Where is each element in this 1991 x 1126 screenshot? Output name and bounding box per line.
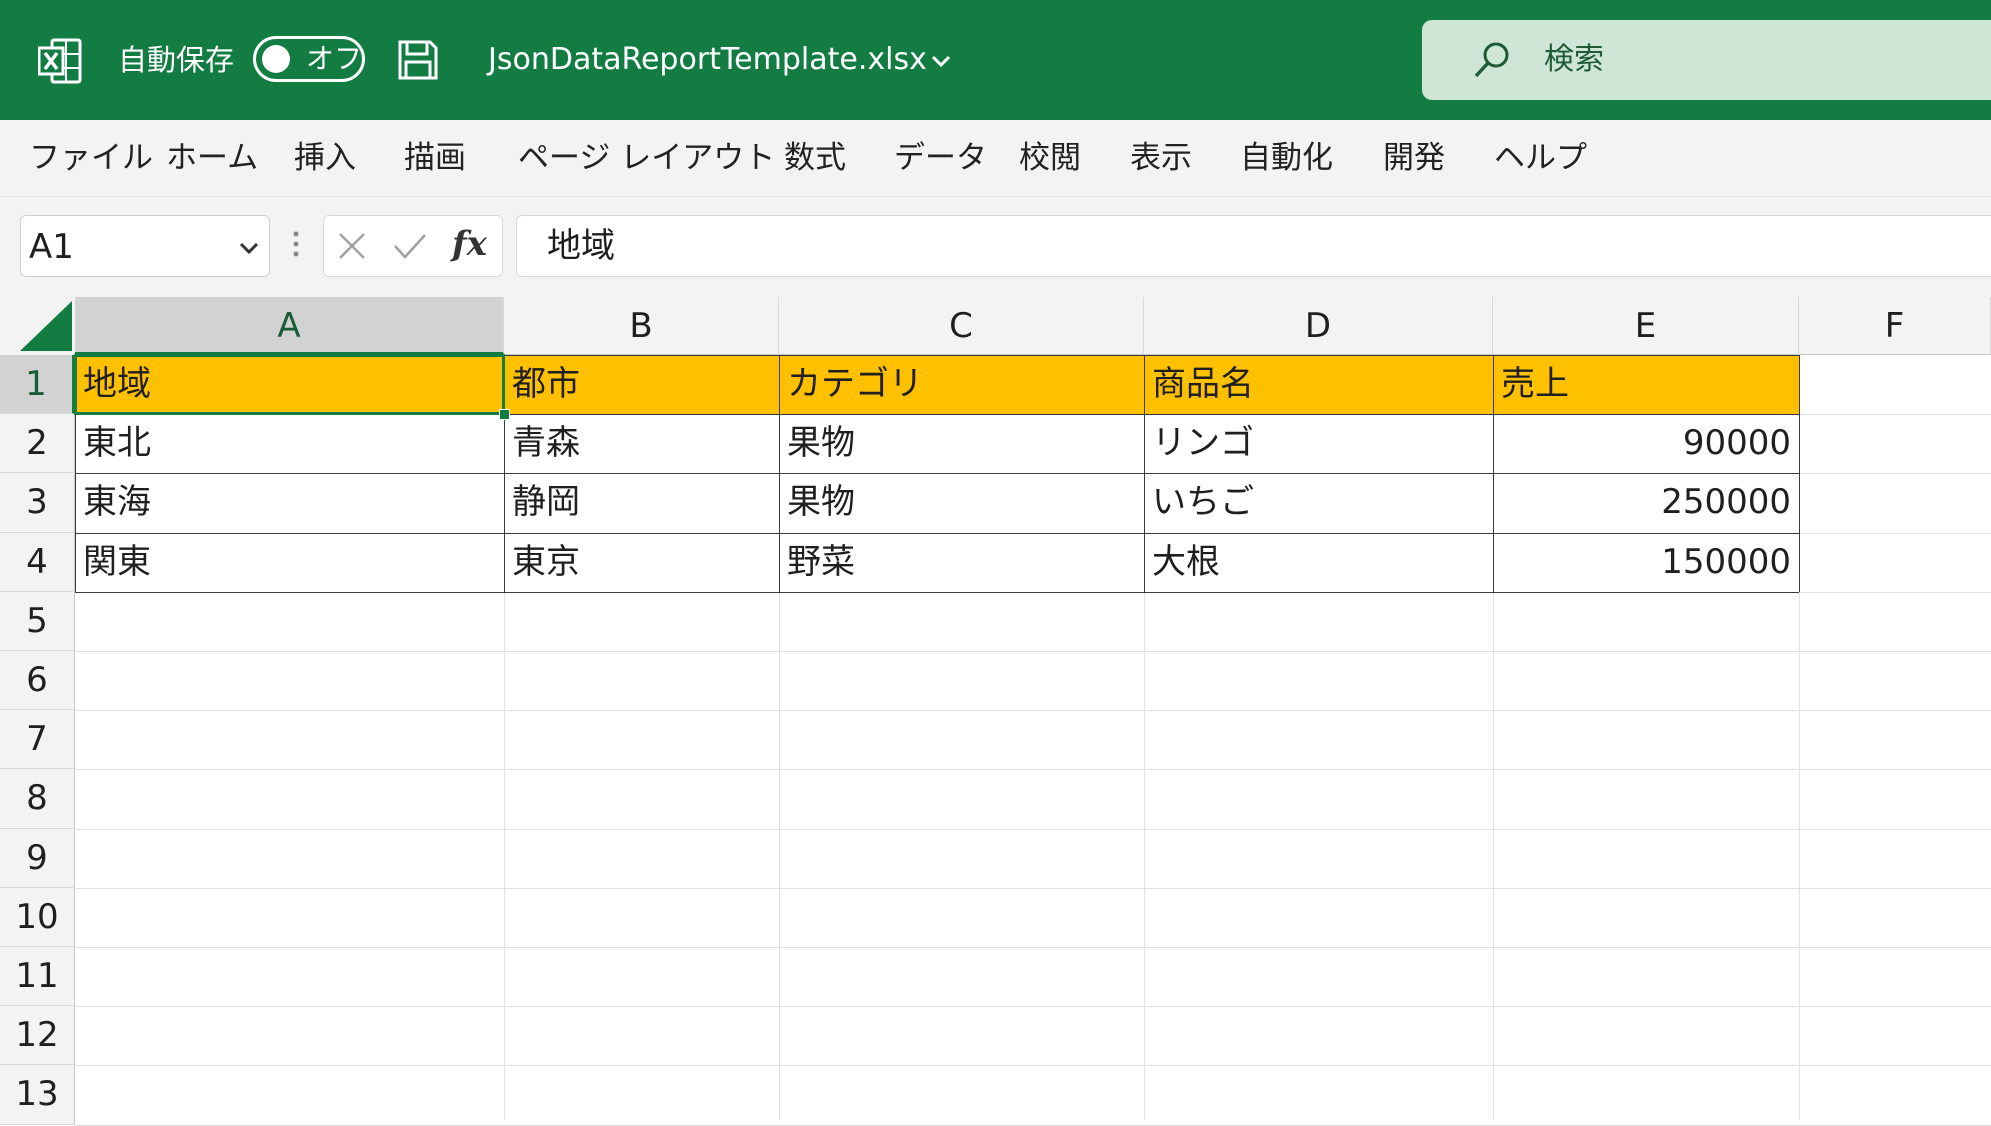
select-all-icon [20,301,72,351]
cell-e1[interactable]: 売上 [1493,355,1799,415]
file-name[interactable]: JsonDataReportTemplate.xlsx [488,40,927,80]
table-border [1799,355,1800,592]
cell-d4[interactable]: 大根 [1144,533,1493,592]
cell-d2[interactable]: リンゴ [1144,414,1493,473]
excel-icon[interactable] [38,38,82,84]
search-icon [1474,42,1509,78]
autosave-state: オフ [306,42,363,75]
column-header-d[interactable]: D [1144,297,1493,355]
gridline [75,947,1991,948]
name-box-value: A1 [29,227,74,267]
gridline [75,1124,1991,1126]
formula-bar: A1 fx 地域 [0,197,1991,297]
column-header-a[interactable]: A [75,297,504,355]
menu-draw[interactable]: 描画 [404,138,466,178]
active-cell-outline [74,354,505,416]
gridline [75,828,1991,830]
select-all-corner[interactable] [0,297,75,355]
save-icon[interactable] [396,38,440,82]
row-header-12[interactable]: 12 [0,1006,75,1066]
formula-input[interactable]: 地域 [516,215,1991,277]
cell-b3[interactable]: 静岡 [504,473,779,532]
cell-e2[interactable]: 90000 [1493,414,1799,473]
column-header-b[interactable]: B [504,297,779,355]
row-header-13[interactable]: 13 [0,1065,75,1125]
column-header-f[interactable]: F [1799,297,1991,355]
column-header-c[interactable]: C [779,297,1144,355]
check-icon[interactable] [392,230,428,262]
menu-file[interactable]: ファイル [29,138,153,178]
menu-page-layout[interactable]: ページ レイアウト [518,138,775,178]
menu-review[interactable]: 校閲 [1019,138,1081,178]
row-header-4[interactable]: 4 [0,532,75,592]
cancel-icon[interactable] [336,230,368,262]
name-box[interactable]: A1 [20,215,270,277]
cell-c1[interactable]: カテゴリ [779,355,1144,415]
menu-developer[interactable]: 開発 [1383,138,1445,178]
cell-a2[interactable]: 東北 [75,414,504,473]
cell-c4[interactable]: 野菜 [779,533,1144,592]
formula-buttons: fx [323,215,503,277]
row-header-5[interactable]: 5 [0,591,75,651]
insert-function-icon[interactable]: fx [452,222,487,266]
search-box[interactable]: 検索 [1422,20,1991,100]
row-header-11[interactable]: 11 [0,947,75,1007]
cell-c3[interactable]: 果物 [779,473,1144,532]
row-header-9[interactable]: 9 [0,828,75,888]
row-header-1[interactable]: 1 [0,355,75,415]
search-placeholder: 検索 [1544,42,1604,77]
more-options-icon[interactable] [292,229,300,259]
gridline [75,651,1991,652]
menu-data[interactable]: データ [894,138,987,178]
menu-home[interactable]: ホーム [166,138,258,178]
gridline [75,1065,1991,1067]
menu-help[interactable]: ヘルプ [1494,138,1587,178]
chevron-down-icon[interactable] [930,50,952,72]
menu-formulas[interactable]: 数式 [784,138,846,178]
gridline [75,710,1991,712]
gridline [75,769,1991,771]
cell-d1[interactable]: 商品名 [1144,355,1493,415]
menu-view[interactable]: 表示 [1130,138,1192,178]
gridline [75,1006,1991,1008]
cell-d3[interactable]: いちご [1144,473,1493,532]
row-header-10[interactable]: 10 [0,887,75,947]
column-header-e[interactable]: E [1493,297,1799,355]
table-border [75,591,1799,593]
spreadsheet-grid: A B C D E F 1 2 3 4 5 6 7 8 9 10 11 12 13 地域 都市 カテゴリ 商品名 売上 東北 青森… [0,297,1991,1126]
cell-a4[interactable]: 関東 [75,533,504,592]
row-header-8[interactable]: 8 [0,769,75,829]
ribbon-menu: ファイル ホーム 挿入 描画 ページ レイアウト 数式 データ 校閲 表示 自動… [0,120,1991,197]
gridline [75,887,1991,889]
cell-e3[interactable]: 250000 [1493,473,1799,532]
chevron-down-icon[interactable] [239,238,259,258]
menu-insert[interactable]: 挿入 [294,138,356,178]
cell-b2[interactable]: 青森 [504,414,779,473]
row-header-3[interactable]: 3 [0,473,75,533]
cell-b1[interactable]: 都市 [504,355,779,415]
cell-a3[interactable]: 東海 [75,473,504,532]
formula-value: 地域 [547,226,615,266]
fill-handle[interactable] [499,409,510,421]
table-border [75,473,1799,475]
row-header-2[interactable]: 2 [0,414,75,474]
cell-e4[interactable]: 150000 [1493,533,1799,592]
menu-automate[interactable]: 自動化 [1240,138,1333,178]
table-border [75,532,1799,534]
row-header-6[interactable]: 6 [0,651,75,711]
autosave-toggle[interactable]: オフ [253,36,365,82]
toggle-knob [262,45,290,73]
autosave-label: 自動保存 [118,43,235,77]
cell-c2[interactable]: 果物 [779,414,1144,473]
title-bar: 自動保存 オフ JsonDataReportTemplate.xlsx 検索 [0,0,1991,120]
cell-b4[interactable]: 東京 [504,533,779,592]
row-header-7[interactable]: 7 [0,710,75,770]
